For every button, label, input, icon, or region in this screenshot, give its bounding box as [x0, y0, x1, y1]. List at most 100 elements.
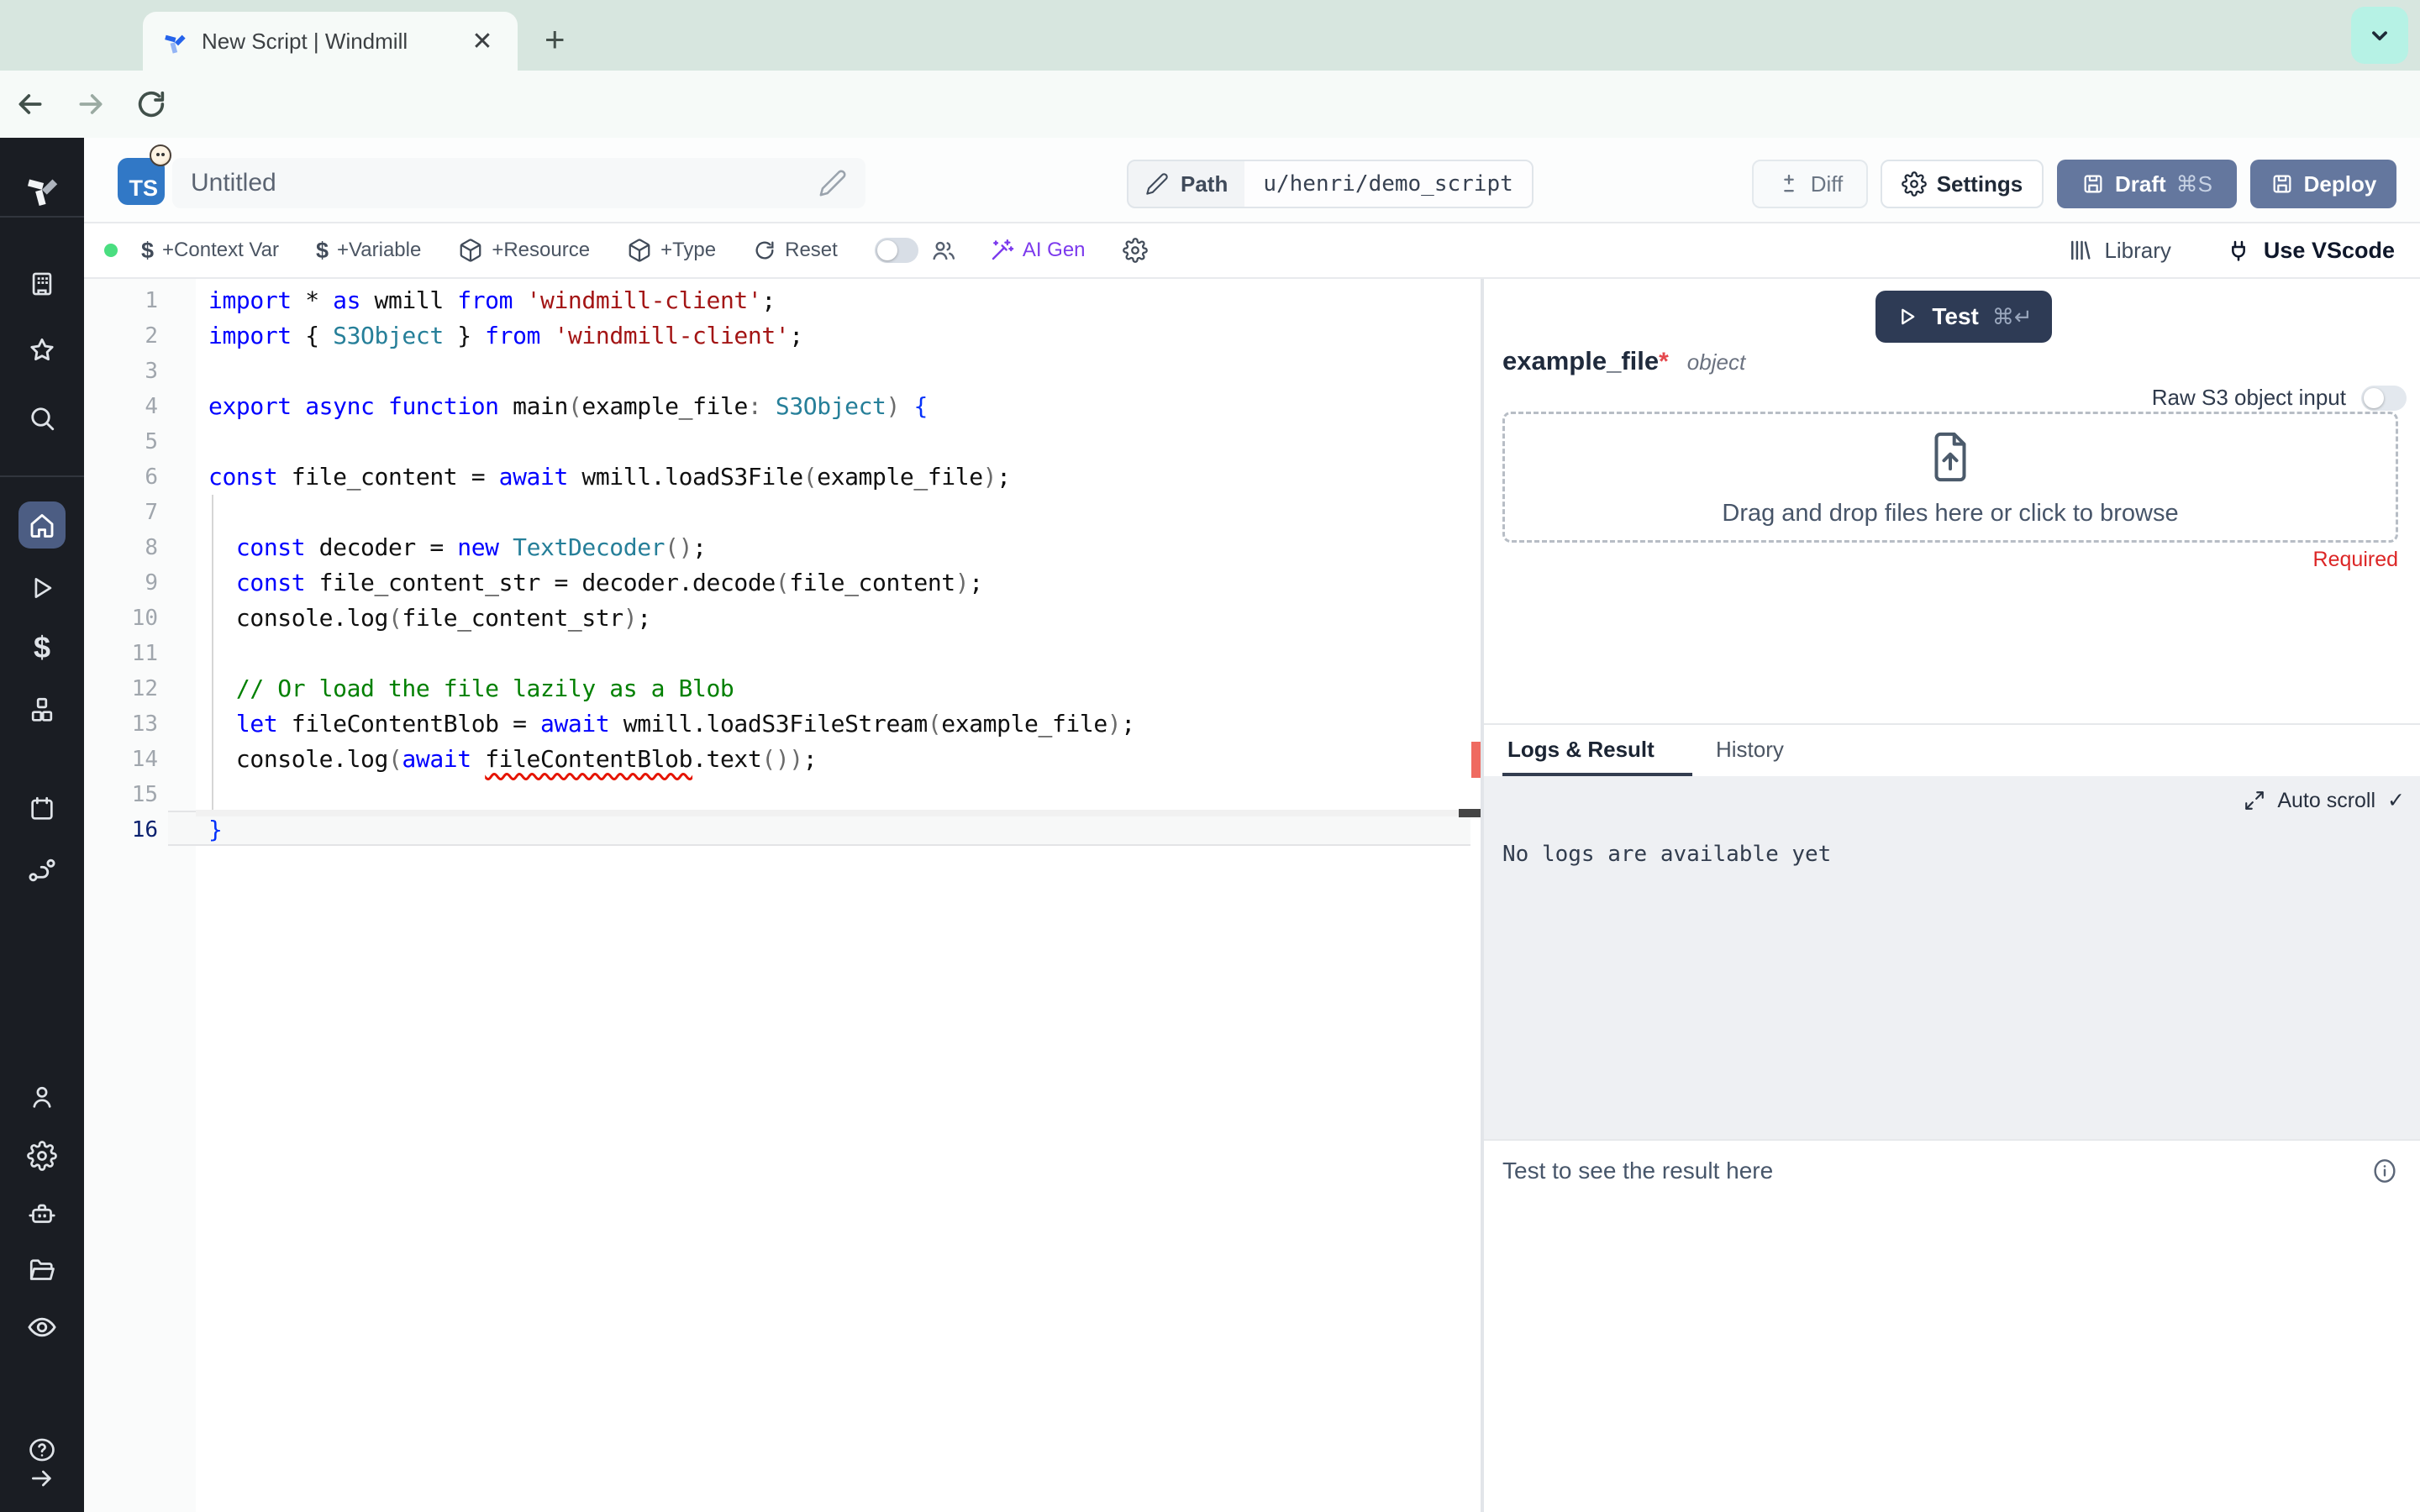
script-name-input[interactable]: Untitled: [172, 158, 865, 208]
code-line[interactable]: export async function main(example_file:…: [208, 389, 928, 424]
path-pencil-icon: [1146, 173, 1168, 195]
line-number: 12: [131, 676, 158, 701]
tab-logs-result[interactable]: Logs & Result: [1507, 737, 1655, 763]
line-number: 9: [145, 570, 158, 596]
ai-gen-button[interactable]: AI Gen: [989, 238, 1086, 263]
add-context-var-button[interactable]: $ +Context Var: [141, 238, 279, 264]
file-upload-icon: [1926, 429, 1975, 485]
code-line[interactable]: import { S3Object } from 'windmill-clien…: [208, 318, 803, 354]
line-number: 16: [131, 817, 158, 843]
raw-s3-toggle[interactable]: [2361, 385, 2407, 411]
check-icon: ✓: [2387, 789, 2405, 812]
browser-tab-strip: New Script | Windmill ✕ +: [0, 0, 2420, 71]
test-shortcut: ⌘↵: [1991, 303, 2033, 329]
result-placeholder: Test to see the result here: [1502, 1158, 1774, 1184]
package-icon: [629, 239, 650, 262]
sidebar-item-workspace[interactable]: [28, 270, 56, 298]
sidebar-item-help[interactable]: [28, 1436, 56, 1464]
browser-tab[interactable]: New Script | Windmill ✕: [143, 12, 518, 71]
horizontal-scrollbar-thumb[interactable]: [1459, 809, 1482, 817]
sidebar-item-favorites[interactable]: [27, 335, 57, 365]
argument-type: object: [1686, 349, 1746, 375]
file-dropzone[interactable]: Drag and drop files here or click to bro…: [1502, 412, 2398, 543]
use-vscode-button[interactable]: Use VScode: [2225, 237, 2395, 264]
line-number: 13: [131, 711, 158, 737]
autoscroll-control[interactable]: Auto scroll ✓: [2244, 788, 2405, 813]
sidebar-divider: [0, 216, 84, 218]
editor-gutter: 1 2 3 4 5 6 7 8 9 10 11 12 13 14 15 16: [84, 279, 196, 1512]
sidebar-item-home[interactable]: [27, 510, 57, 540]
code-line[interactable]: // Or load the file lazily as a Blob: [208, 671, 734, 706]
code-line[interactable]: const decoder = new TextDecoder();: [208, 530, 707, 565]
sidebar-item-schedules[interactable]: [28, 795, 56, 823]
script-toolbar: $ +Context Var $ +Variable +Resource +Ty…: [84, 223, 2420, 279]
sidebar-item-audit-logs[interactable]: [26, 1311, 58, 1343]
sidebar-expand-icon[interactable]: [29, 1465, 55, 1492]
sidebar-item-resources[interactable]: [27, 695, 57, 725]
code-line[interactable]: console.log(await fileContentBlob.text()…: [208, 742, 818, 777]
sidebar-item-variables[interactable]: $: [34, 630, 50, 665]
path-group[interactable]: Path u/henri/demo_script: [1127, 160, 1534, 208]
edit-pencil-icon: [819, 170, 846, 197]
sidebar-item-flows[interactable]: [27, 855, 57, 885]
raw-s3-label: Raw S3 object input: [2151, 385, 2346, 410]
line-number: 15: [131, 782, 158, 807]
editor-settings-gear-icon[interactable]: [1122, 238, 1148, 263]
windmill-logo-icon[interactable]: [23, 169, 61, 207]
preview-panel: Test ⌘↵ example_file * object Raw S3 obj…: [1482, 279, 2420, 1512]
sidebar-item-search[interactable]: [27, 403, 57, 433]
code-line[interactable]: console.log(file_content_str);: [208, 601, 651, 636]
line-number: 14: [131, 747, 158, 772]
path-value[interactable]: u/henri/demo_script: [1244, 161, 1532, 207]
library-icon: [2071, 240, 2091, 260]
code-line[interactable]: import * as wmill from 'windmill-client'…: [208, 283, 776, 318]
code-line[interactable]: const file_content_str = decoder.decode(…: [208, 565, 983, 601]
reload-icon[interactable]: [121, 87, 182, 121]
save-icon: [2273, 175, 2291, 193]
reset-icon: [755, 241, 774, 260]
result-panel: Test to see the result here: [1484, 1139, 2420, 1512]
settings-button[interactable]: Settings: [1881, 160, 2044, 208]
windmill-app: $ TS Untitled Path u/henri/demo_script D…: [0, 138, 2420, 1512]
sidebar-item-user[interactable]: [28, 1083, 56, 1111]
sidebar-item-workers[interactable]: [27, 1198, 57, 1228]
code-line[interactable]: const file_content = await wmill.loadS3F…: [208, 459, 1011, 495]
add-type-button[interactable]: +Type: [627, 238, 716, 263]
logs-empty-text: No logs are available yet: [1502, 842, 1832, 867]
multiplayer-toggle[interactable]: [874, 238, 918, 263]
info-icon[interactable]: [2371, 1158, 2398, 1184]
play-icon: [1902, 308, 1915, 325]
line-number: 5: [145, 429, 158, 454]
horizontal-scrollbar-track[interactable]: [196, 810, 1459, 816]
code-line[interactable]: }: [208, 812, 223, 848]
line-number: 1: [145, 288, 158, 313]
script-header: TS Untitled Path u/henri/demo_script Dif…: [84, 138, 2420, 223]
logs-panel: Auto scroll ✓ No logs are available yet: [1484, 776, 2420, 1139]
sidebar-item-folders[interactable]: [27, 1255, 57, 1285]
deploy-button[interactable]: Deploy: [2250, 160, 2396, 208]
back-arrow-icon[interactable]: [0, 87, 60, 121]
logs-tab-bar: Logs & Result History: [1484, 723, 2420, 778]
tab-history[interactable]: History: [1716, 737, 1784, 763]
save-icon: [2084, 175, 2102, 193]
tab-close-icon[interactable]: ✕: [466, 27, 499, 56]
diff-button[interactable]: Diff: [1752, 160, 1868, 208]
code-editor[interactable]: 1 2 3 4 5 6 7 8 9 10 11 12 13 14 15 16 import * as wmil…: [84, 279, 1482, 1512]
sidebar-item-runs[interactable]: [28, 574, 56, 602]
chevron-down-icon[interactable]: [2351, 7, 2408, 64]
add-variable-button[interactable]: $ +Variable: [316, 238, 421, 264]
line-number: 11: [131, 641, 158, 666]
new-tab-icon[interactable]: +: [544, 22, 566, 57]
test-button[interactable]: Test ⌘↵: [1876, 291, 2052, 343]
draft-button[interactable]: Draft ⌘S: [2057, 160, 2237, 208]
line-number: 2: [145, 323, 158, 349]
line-number: 4: [145, 394, 158, 419]
forward-arrow-icon[interactable]: [60, 87, 121, 121]
argument-name: example_file: [1502, 346, 1660, 375]
add-resource-button[interactable]: +Resource: [458, 238, 590, 263]
reset-button[interactable]: Reset: [753, 239, 838, 262]
sidebar-item-settings[interactable]: [27, 1141, 57, 1171]
code-line[interactable]: let fileContentBlob = await wmill.loadS3…: [208, 706, 1135, 742]
dollar-icon: $: [316, 237, 329, 263]
library-button[interactable]: Library: [2067, 238, 2171, 264]
